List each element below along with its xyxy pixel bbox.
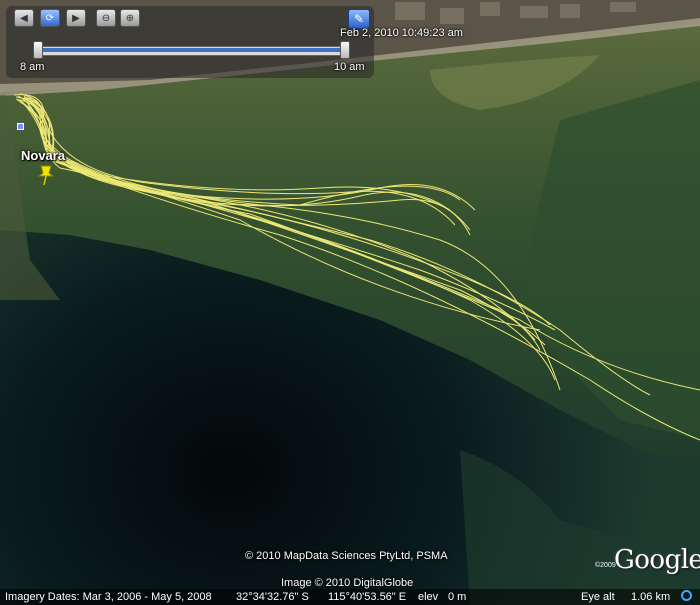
gps-track-line [21,101,546,346]
skip-back-icon: ◀ [20,12,28,24]
gps-track-line [27,103,561,391]
gps-track-line [27,99,700,391]
time-slider-panel: ◀ ⟳ ▶ ⊖ ⊕ ✎ 8 am 10 am [6,6,374,78]
elev-value: 0 m [448,591,467,603]
imagery-dates: Imagery Dates: Mar 3, 2006 - May 5, 2008 [5,591,212,603]
pushpin-icon[interactable] [37,164,55,186]
clock-icon: ⟳ [45,12,55,24]
eye-alt-label: Eye alt [581,591,615,603]
zoom-out-button[interactable]: ⊖ [96,9,116,27]
elev-label: elev [418,591,439,603]
time-range-bar [38,48,344,52]
gps-track-line [29,99,700,441]
gps-track-line [19,99,556,331]
placemark-label[interactable]: Novara [21,148,65,163]
status-bar: Imagery Dates: Mar 3, 2006 - May 5, 2008… [0,589,700,605]
logo-year: ©2009 [595,562,616,569]
end-time-label: 10 am [334,61,365,73]
gps-track-line [15,96,461,206]
navigation-icon[interactable] [681,590,692,601]
skip-back-button[interactable]: ◀ [14,9,34,27]
map-view[interactable]: Novara ◀ ⟳ ▶ ⊖ ⊕ ✎ 8 am 10 am Feb 2, 201… [0,0,700,605]
wrench-icon: ✎ [353,12,365,26]
waypoint-icon[interactable] [17,123,24,130]
gps-tracks [13,93,700,441]
image-credit: Image © 2010 DigitalGlobe [281,577,414,589]
skip-forward-icon: ▶ [72,12,80,24]
time-options-button[interactable]: ⟳ [40,9,60,27]
settings-button[interactable]: ✎ [348,9,370,29]
gps-track-line [23,97,451,211]
gps-track-line [21,97,556,381]
start-handle[interactable] [33,41,43,59]
eye-alt-value: 1.06 km [631,591,671,603]
skip-forward-button[interactable]: ▶ [66,9,86,27]
longitude-readout: 115°40'53.56" E [328,591,407,603]
end-handle[interactable] [340,41,350,59]
current-datetime: Feb 2, 2010 10:49:23 am [340,27,463,39]
google-logo: Google [614,545,700,575]
gps-track-line [19,93,456,226]
gps-track-line [15,98,651,396]
start-time-label: 8 am [20,61,45,73]
zoom-in-button[interactable]: ⊕ [120,9,140,27]
latitude-readout: 32°34'32.76" S [236,591,309,603]
zoom-out-icon: ⊖ [101,12,111,24]
time-slider-track[interactable] [33,41,350,59]
mapdata-credit: © 2010 MapData Sciences PtyLtd, PSMA [245,550,448,562]
zoom-in-icon: ⊕ [125,12,135,24]
